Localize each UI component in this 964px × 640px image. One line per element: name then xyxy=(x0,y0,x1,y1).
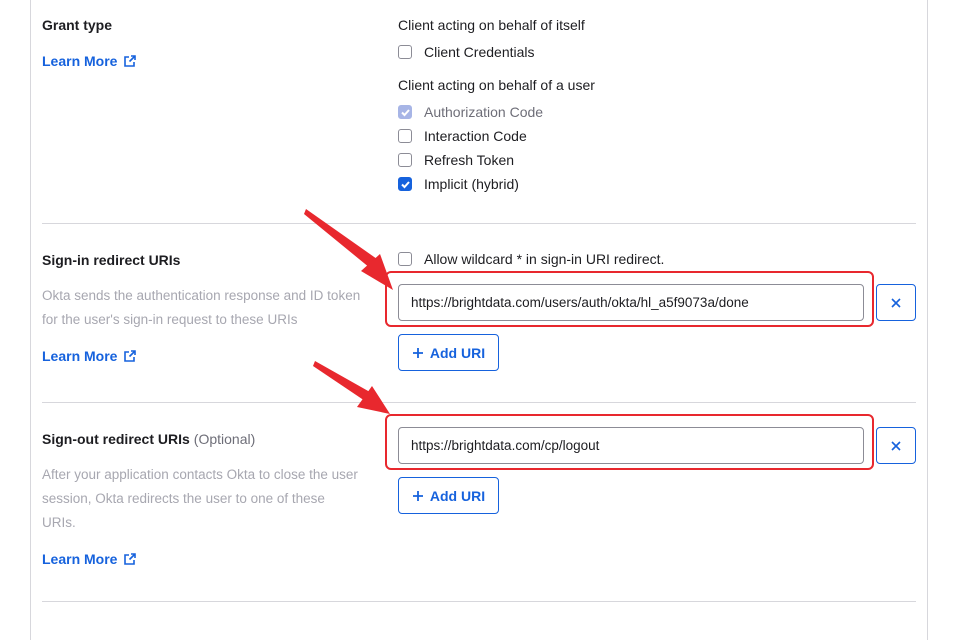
external-link-icon xyxy=(124,553,137,565)
section-divider xyxy=(42,402,916,403)
add-sign-in-uri-button[interactable]: Add URI xyxy=(398,334,499,371)
wildcard-checkbox[interactable] xyxy=(398,252,412,266)
optional-tag: (Optional) xyxy=(193,431,256,447)
check-icon xyxy=(400,108,410,116)
section-divider xyxy=(42,223,916,224)
external-link-icon xyxy=(124,55,137,67)
section-divider xyxy=(42,601,916,602)
check-icon xyxy=(400,180,410,188)
grant-option-row[interactable]: Refresh Token xyxy=(398,148,543,172)
learn-more-text: Learn More xyxy=(42,551,118,567)
grant-option-checkbox[interactable] xyxy=(398,129,412,143)
sign-out-uri-input[interactable]: https://brightdata.com/cp/logout xyxy=(398,427,864,464)
close-icon xyxy=(891,297,901,308)
close-icon xyxy=(891,440,901,451)
add-uri-label: Add URI xyxy=(429,344,486,361)
grant-option-checkbox[interactable] xyxy=(398,177,412,191)
remove-sign-in-uri-button[interactable] xyxy=(876,284,916,321)
plus-icon xyxy=(412,347,423,358)
self-options-list: Client Credentials xyxy=(398,40,535,64)
add-sign-out-uri-button[interactable]: Add URI xyxy=(398,477,499,514)
sign-out-redirect-label: Sign-out redirect URIs (Optional) xyxy=(42,431,255,447)
grant-option-checkbox[interactable] xyxy=(398,45,412,59)
remove-sign-out-uri-button[interactable] xyxy=(876,427,916,464)
wildcard-checkbox-label: Allow wildcard * in sign-in URI redirect… xyxy=(424,251,665,267)
plus-icon xyxy=(412,490,423,501)
grant-option-row[interactable]: Client Credentials xyxy=(398,40,535,64)
grant-option-row[interactable]: Implicit (hybrid) xyxy=(398,172,543,196)
user-options-list: Authorization Code Interaction Code Refres… xyxy=(398,100,543,196)
grant-option-row[interactable]: Interaction Code xyxy=(398,124,543,148)
sign-out-redirect-title: Sign-out redirect URIs xyxy=(42,431,190,447)
sign-in-learn-more-link[interactable]: Learn More xyxy=(42,348,137,364)
sign-in-redirect-label: Sign-in redirect URIs xyxy=(42,252,181,268)
learn-more-text: Learn More xyxy=(42,348,118,364)
grant-option-label: Implicit (hybrid) xyxy=(424,176,519,192)
sign-in-redirect-description: Okta sends the authentication response a… xyxy=(42,288,361,327)
grant-option-checkbox[interactable] xyxy=(398,153,412,167)
grant-type-learn-more-link[interactable]: Learn More xyxy=(42,53,137,69)
wildcard-checkbox-row[interactable]: Allow wildcard * in sign-in URI redirect… xyxy=(398,251,664,267)
grant-option-label: Client Credentials xyxy=(424,44,535,60)
user-group-title: Client acting on behalf of a user xyxy=(398,77,595,93)
self-group-title: Client acting on behalf of itself xyxy=(398,17,585,33)
add-uri-label: Add URI xyxy=(429,487,486,504)
learn-more-text: Learn More xyxy=(42,53,118,69)
grant-option-label: Authorization Code xyxy=(424,104,544,120)
external-link-icon xyxy=(124,350,137,362)
sign-in-uri-input[interactable]: https://brightdata.com/users/auth/okta/h… xyxy=(398,284,864,321)
sign-out-learn-more-link[interactable]: Learn More xyxy=(42,551,137,567)
grant-option-row: Authorization Code xyxy=(398,100,543,124)
grant-option-label: Interaction Code xyxy=(424,128,527,144)
grant-option-checkbox xyxy=(398,105,412,119)
sign-out-redirect-description: After your application contacts Okta to … xyxy=(42,467,358,530)
grant-type-label: Grant type xyxy=(42,17,113,33)
grant-option-label: Refresh Token xyxy=(424,152,515,168)
